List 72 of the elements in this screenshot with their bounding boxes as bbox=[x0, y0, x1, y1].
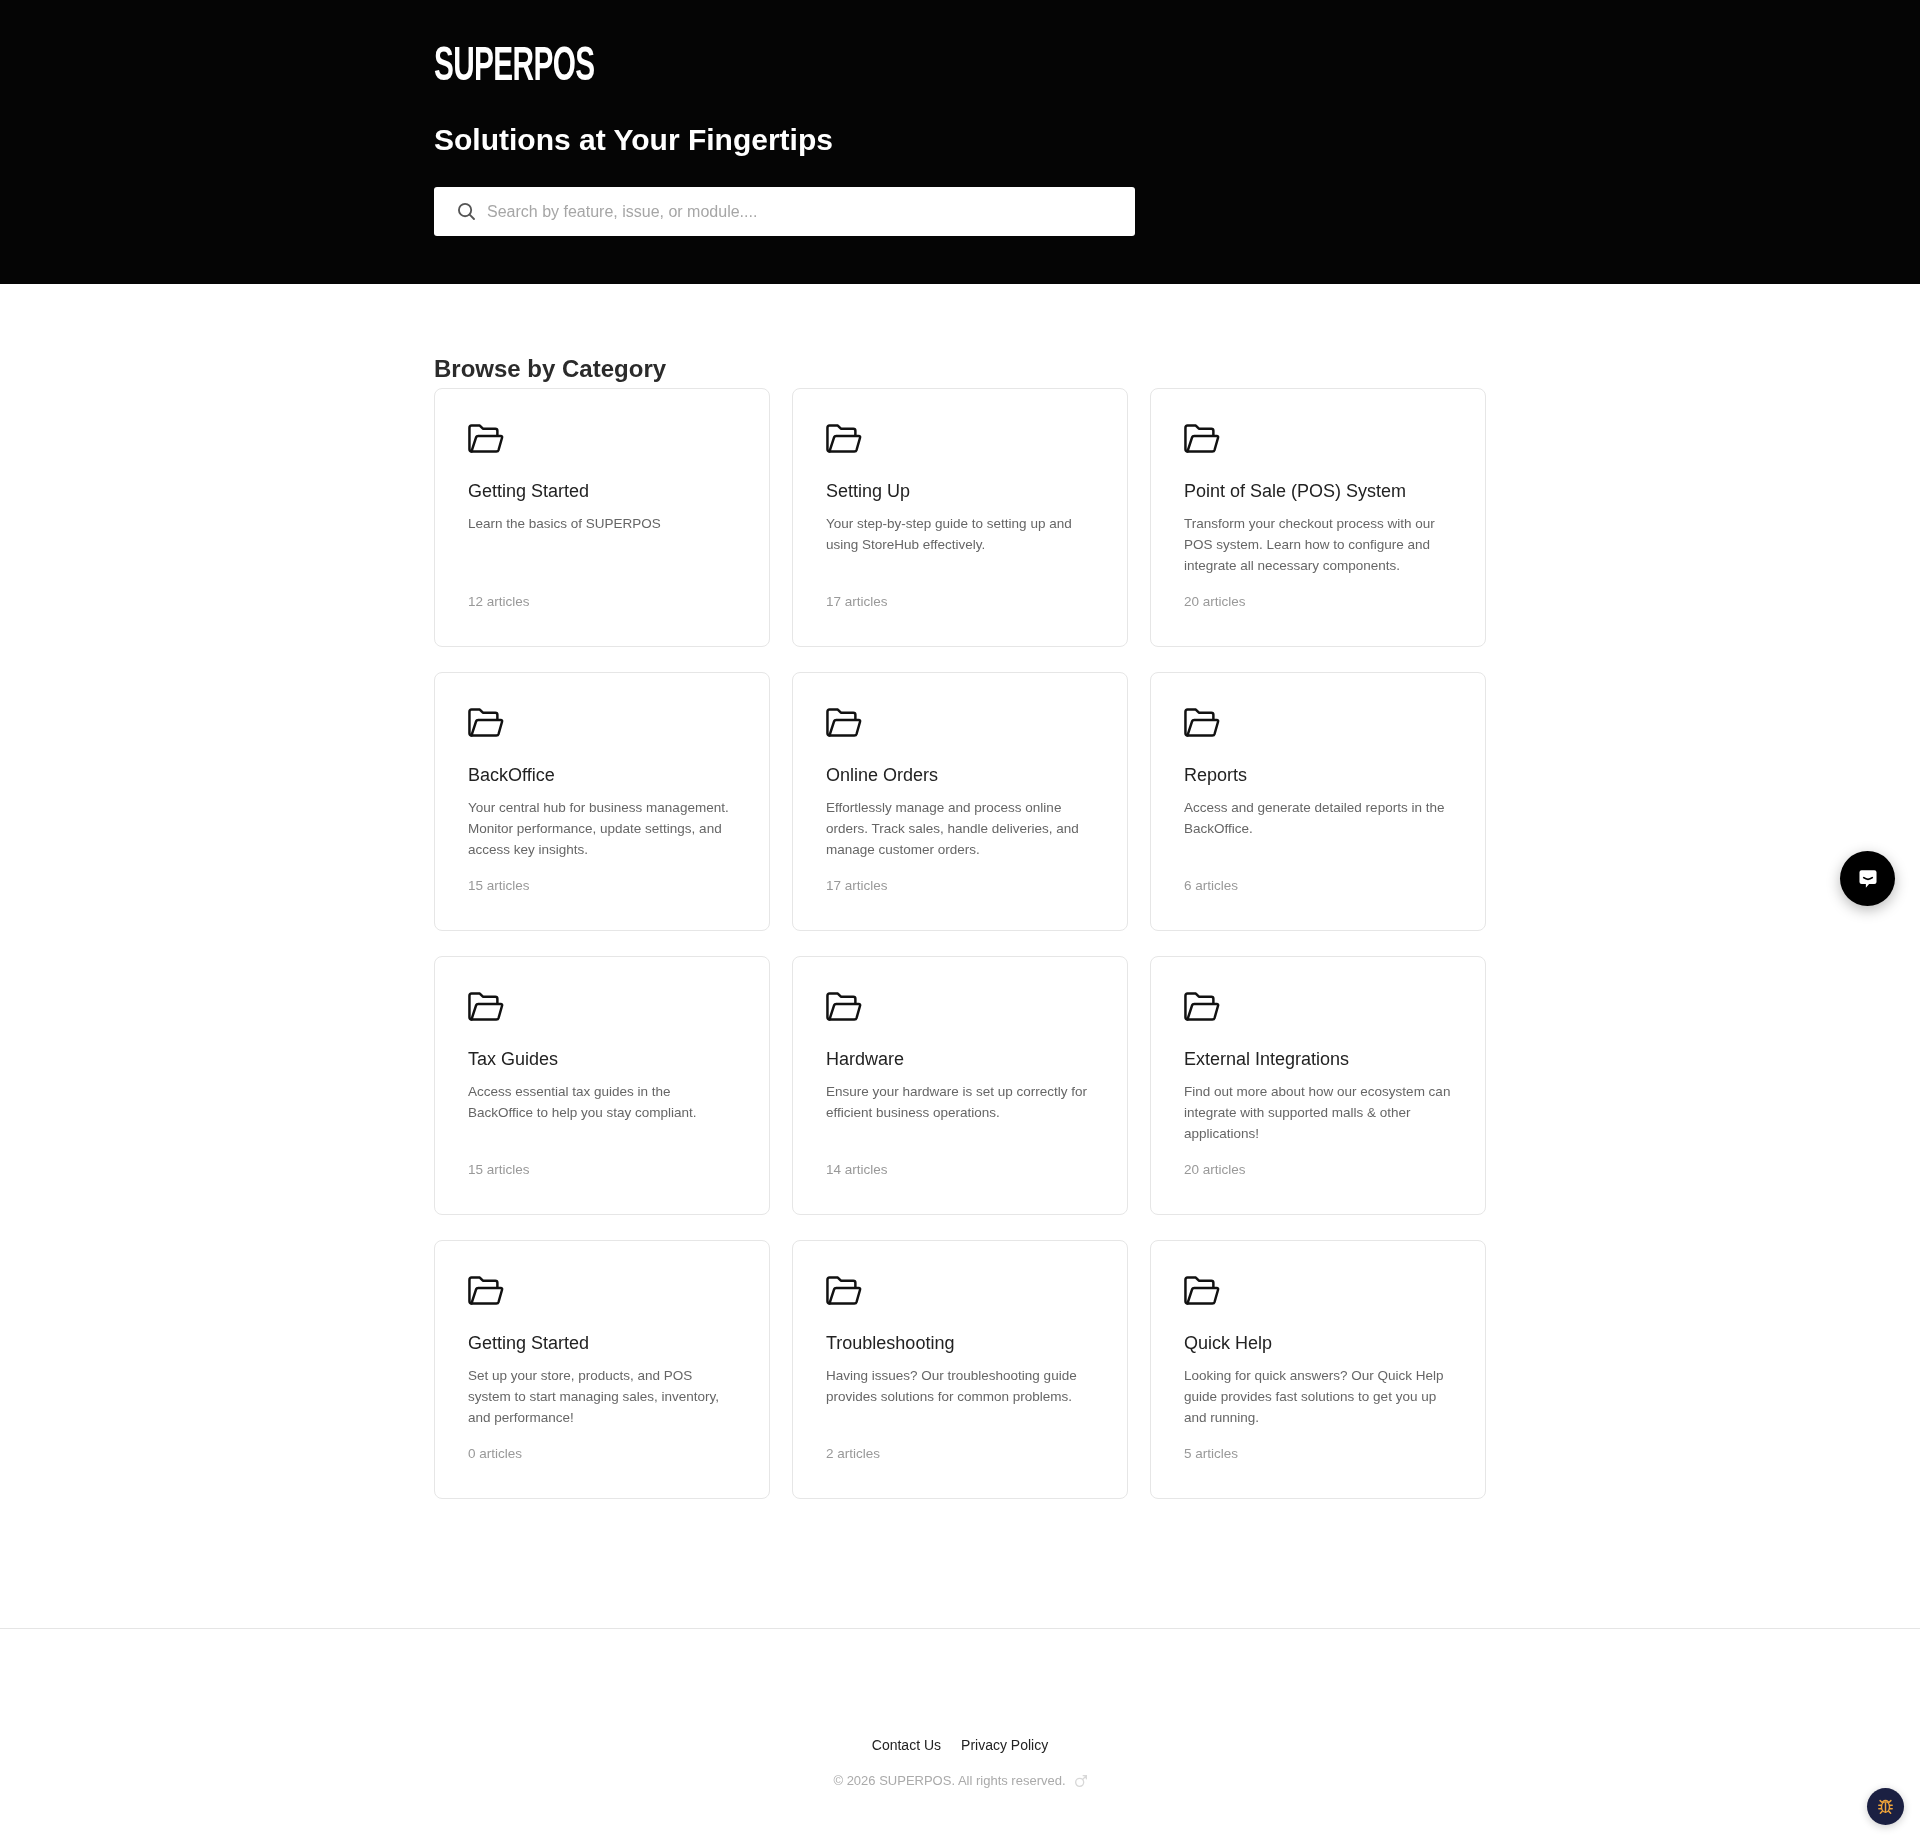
category-card[interactable]: Getting Started Set up your store, products, and POS system to start managing sales, inventory, and performance! 0 articles bbox=[434, 1240, 770, 1499]
category-card[interactable]: Point of Sale (POS) System Transform your checkout process with our POS system. Learn how to configure and integrate all necessary components. 20 articles bbox=[1150, 388, 1486, 647]
article-count: 20 articles bbox=[1184, 1161, 1247, 1179]
category-card[interactable]: Hardware Ensure your hardware is set up correctly for efficient business operations. 14 articles bbox=[792, 956, 1128, 1215]
category-card[interactable]: Tax Guides Access essential tax guides in the BackOffice to help you stay compliant. 15 articles bbox=[434, 956, 770, 1215]
folder-icon bbox=[826, 992, 862, 1021]
article-count: 20 articles bbox=[1184, 593, 1247, 611]
footer-link[interactable]: Contact Us bbox=[871, 1734, 942, 1756]
folder-icon bbox=[826, 424, 862, 453]
chat-button[interactable] bbox=[1840, 851, 1895, 906]
folder-icon bbox=[1184, 992, 1220, 1021]
card-title: Getting Started bbox=[468, 1332, 591, 1355]
section-heading: Browse by Category bbox=[434, 354, 668, 384]
card-description: Transform your checkout process with our POS system. Learn how to configure and integrate all necessary components. bbox=[1184, 515, 1436, 575]
article-count: 0 articles bbox=[468, 1445, 524, 1463]
bug-button[interactable] bbox=[1867, 1788, 1904, 1825]
folder-icon bbox=[468, 1276, 504, 1305]
card-description: Looking for quick answers? Our Quick Help guide provides fast solutions to get you up and running. bbox=[1184, 1367, 1445, 1427]
card-description: Access essential tax guides in the BackOffice to help you stay compliant. bbox=[468, 1083, 698, 1122]
folder-icon bbox=[826, 708, 862, 737]
folder-icon bbox=[468, 708, 504, 737]
category-card[interactable]: BackOffice Your central hub for business management. Monitor performance, update settings, and access key insights. 15 articles bbox=[434, 672, 770, 931]
chat-bubble-icon bbox=[1858, 869, 1877, 888]
card-title: External Integrations bbox=[1184, 1048, 1351, 1071]
folder-icon bbox=[826, 1276, 862, 1305]
search-icon bbox=[458, 203, 475, 220]
card-title: Setting Up bbox=[826, 480, 912, 503]
category-card[interactable]: Reports Access and generate detailed reports in the BackOffice. 6 articles bbox=[1150, 672, 1486, 931]
card-description: Effortlessly manage and process online orders. Track sales, handle deliveries, and manage customer orders. bbox=[826, 799, 1080, 859]
brand-logo: SUPERPOS bbox=[434, 40, 595, 88]
card-title: Troubleshooting bbox=[826, 1332, 956, 1355]
card-description: Ensure your hardware is set up correctly for efficient business operations. bbox=[826, 1083, 1089, 1122]
article-count: 17 articles bbox=[826, 593, 889, 611]
card-title: Getting Started bbox=[468, 480, 591, 503]
bug-icon bbox=[1878, 1799, 1893, 1814]
card-description: Your step-by-step guide to setting up and using StoreHub effectively. bbox=[826, 515, 1073, 554]
card-description: Find out more about how our ecosystem can integrate with supported malls & other applications! bbox=[1184, 1083, 1452, 1143]
card-description: Access and generate detailed reports in the BackOffice. bbox=[1184, 799, 1446, 838]
card-title: Online Orders bbox=[826, 764, 940, 787]
article-count: 6 articles bbox=[1184, 877, 1240, 895]
folder-icon bbox=[1184, 1276, 1220, 1305]
article-count: 15 articles bbox=[468, 1161, 531, 1179]
card-description: Having issues? Our troubleshooting guide provides solutions for common problems. bbox=[826, 1367, 1078, 1406]
article-count: 2 articles bbox=[826, 1445, 882, 1463]
category-card[interactable]: External Integrations Find out more about how our ecosystem can integrate with supported malls & other applications! 20 articles bbox=[1150, 956, 1486, 1215]
category-card[interactable]: Troubleshooting Having issues? Our troubleshooting guide provides solutions for common problems. 2 articles bbox=[792, 1240, 1128, 1499]
footer-link[interactable]: Privacy Policy bbox=[961, 1734, 1049, 1756]
folder-icon bbox=[1184, 424, 1220, 453]
article-count: 14 articles bbox=[826, 1161, 889, 1179]
card-title: Reports bbox=[1184, 764, 1249, 787]
card-title: Quick Help bbox=[1184, 1332, 1274, 1355]
card-title: BackOffice bbox=[468, 764, 556, 787]
card-title: Hardware bbox=[826, 1048, 906, 1071]
page-title: Solutions at Your Fingertips bbox=[434, 122, 834, 158]
category-card[interactable]: Setting Up Your step-by-step guide to setting up and using StoreHub effectively. 17 articles bbox=[792, 388, 1128, 647]
card-description: Your central hub for business management. Monitor performance, update settings, and access key insights. bbox=[468, 799, 730, 859]
folder-icon bbox=[468, 424, 504, 453]
search-field[interactable]: Search by feature, issue, or module.... bbox=[434, 187, 1135, 236]
article-count: 5 articles bbox=[1184, 1445, 1240, 1463]
article-count: 17 articles bbox=[826, 877, 889, 895]
category-card[interactable]: Getting Started Learn the basics of SUPERPOS 12 articles bbox=[434, 388, 770, 647]
card-description: Set up your store, products, and POS system to start managing sales, inventory, and performance! bbox=[468, 1367, 721, 1427]
folder-icon bbox=[1184, 708, 1220, 737]
article-count: 12 articles bbox=[468, 593, 531, 611]
folder-icon bbox=[468, 992, 504, 1021]
article-count: 15 articles bbox=[468, 877, 531, 895]
card-title: Point of Sale (POS) System bbox=[1184, 480, 1408, 503]
copyright-text: © 2026 SUPERPOS. All rights reserved. bbox=[833, 1772, 1066, 1790]
category-card[interactable]: Quick Help Looking for quick answers? Our Quick Help guide provides fast solutions to get you up and running. 5 articles bbox=[1150, 1240, 1486, 1499]
card-title: Tax Guides bbox=[468, 1048, 560, 1071]
card-description: Learn the basics of SUPERPOS bbox=[468, 515, 662, 533]
category-card[interactable]: Online Orders Effortlessly manage and process online orders. Track sales, handle deliveries, and manage customer orders. 17 articles bbox=[792, 672, 1128, 931]
